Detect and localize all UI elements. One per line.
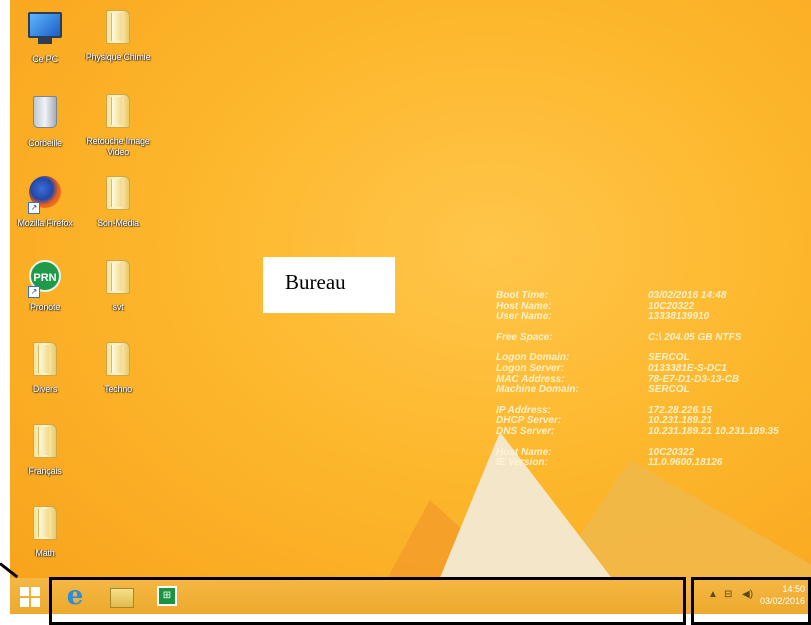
folder-icon [28,424,62,462]
bginfo-overlay: Boot Time: 03/02/2016 14:48 Host Name: 10C… [496,290,779,469]
desktop-icon-label: Math [35,548,55,558]
folder-icon [101,260,135,298]
bginfo-key: User Name: [496,311,552,323]
desktop-icon-pronote[interactable]: PRN ↗ Pronote [12,258,78,313]
desktop-icon-label: Mozilla Firefox [17,218,73,228]
folder-icon [101,342,135,380]
bginfo-value: 13338139910 [648,311,710,323]
bginfo-key: DNS Server: [496,425,555,437]
desktop-icon-label: Son-Media [97,218,139,228]
folder-icon [101,94,135,132]
this-pc-icon [28,12,62,50]
folder-icon [28,506,62,544]
firefox-icon: ↗ [28,176,62,214]
bureau-label: Bureau [285,270,346,294]
desktop-icon-label: Retouche Image Video [86,136,150,157]
bginfo-key: IE Version: [496,457,548,469]
desktop-icon-label: Physique Chimie [85,52,151,62]
desktop-icon-firefox[interactable]: ↗ Mozilla Firefox [12,174,78,229]
desktop-icon-francais[interactable]: Français [12,422,78,477]
desktop-icon-svt[interactable]: svt [85,258,151,313]
folder-icon [101,10,135,48]
desktop-icon-divers[interactable]: Divers [12,340,78,395]
bginfo-value: 0133381E-S-DC1 [648,362,727,374]
taskbar-annotation-outline [49,577,686,625]
desktop-icon-son-media[interactable]: Son-Media [85,174,151,229]
desktop-icon-techno[interactable]: Techno [85,340,151,395]
bginfo-value: 11.0.9600.18126 [648,457,723,469]
bginfo-value: SERCOL [648,384,690,396]
bginfo-key: Logon Server: [496,362,564,374]
bginfo-value: 03/02/2016 14:48 [648,290,727,301]
bginfo-key: Boot Time: [496,290,549,301]
desktop-icon-ce-pc[interactable]: Ce PC [12,8,78,65]
bginfo-key: Machine Domain: [496,384,579,396]
bginfo-key: Free Space: [496,331,553,343]
desktop-icon-label: svt [112,302,124,312]
desktop-icon-physique-chimie[interactable]: Physique Chimie [85,8,151,63]
desktop-icon-retouche[interactable]: Retouche Image Video [85,92,151,158]
folder-icon [28,342,62,380]
recycle-bin-icon [28,96,62,134]
bginfo-value: C:\ 204.05 GB NTFS [648,331,742,343]
desktop-icon-math[interactable]: Math [12,504,78,559]
start-button[interactable] [20,587,40,607]
bureau-label-box: Bureau [263,257,395,313]
tray-annotation-outline [691,577,811,625]
pronote-icon: PRN ↗ [28,260,62,298]
desktop-icon-label: Ce PC [32,54,58,64]
desktop-icon-label: Français [28,466,62,476]
desktop-icon-corbeille[interactable]: Corbeille [12,92,78,149]
desktop: Ce PC Corbeille ↗ Mozilla Firefox PRN ↗ P… [10,0,811,614]
bginfo-value: 10.231.189.21 10.231.189.35 [648,425,779,437]
folder-icon [101,176,135,214]
desktop-icon-label: Pronote [29,302,61,312]
desktop-icon-label: Techno [104,384,132,394]
desktop-icon-label: Corbeille [28,138,62,148]
desktop-icon-label: Divers [32,384,58,394]
